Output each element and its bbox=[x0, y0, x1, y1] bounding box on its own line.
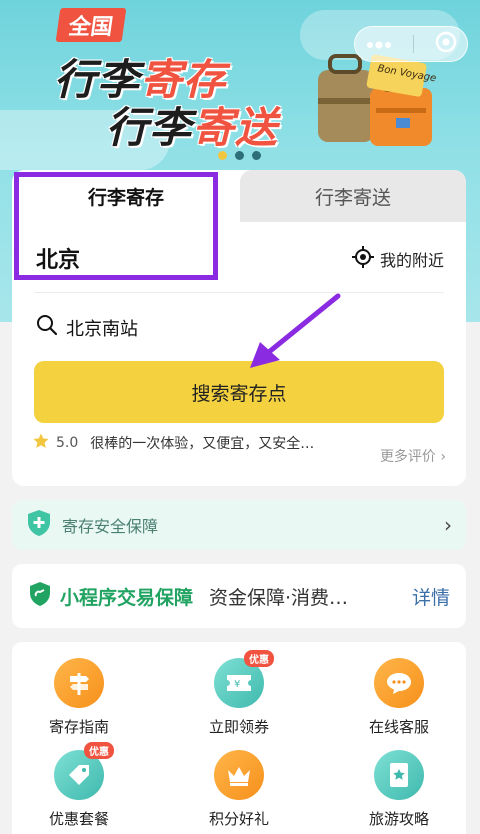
banner-headline-delivery: 行李寄送 bbox=[106, 103, 279, 152]
services-grid: 寄存指南 优惠 ¥ 立即领券 在线客服 优惠 优惠套餐 积分好礼 旅游攻略 bbox=[12, 642, 466, 834]
ellipsis-icon[interactable] bbox=[366, 35, 392, 54]
tag-icon: 优惠 bbox=[54, 742, 114, 800]
search-value: 北京南站 bbox=[66, 318, 138, 340]
discount-badge: 优惠 bbox=[84, 742, 114, 759]
carousel-indicator bbox=[218, 151, 261, 160]
review-text: 很棒的一次体验，又便宜，又安全… bbox=[90, 436, 315, 452]
carousel-dot[interactable] bbox=[218, 151, 227, 160]
rating-score: 5.0 bbox=[56, 435, 79, 451]
service-label: 旅游攻略 bbox=[368, 810, 429, 828]
service-travel-guide[interactable]: 旅游攻略 bbox=[344, 750, 454, 829]
ticket-icon: 优惠 ¥ bbox=[214, 650, 274, 708]
guarantee-title: 小程序交易保障 bbox=[60, 586, 194, 609]
shield-plus-icon bbox=[26, 509, 52, 541]
service-label: 寄存指南 bbox=[48, 718, 109, 736]
discount-badge: 优惠 bbox=[244, 650, 274, 667]
service-label: 在线客服 bbox=[368, 718, 429, 736]
miniprogram-capsule bbox=[354, 26, 468, 62]
capsule-divider bbox=[412, 35, 414, 53]
storage-security-bar[interactable]: 寄存安全保障 › bbox=[12, 500, 466, 550]
chat-icon bbox=[374, 658, 424, 708]
service-points-rewards[interactable]: 积分好礼 bbox=[184, 750, 294, 829]
guarantee-desc: 资金保障·消费… bbox=[209, 586, 349, 609]
security-label: 寄存安全保障 bbox=[62, 517, 159, 536]
service-online-support[interactable]: 在线客服 bbox=[344, 658, 454, 737]
carousel-dot[interactable] bbox=[252, 151, 261, 160]
nearby-button[interactable]: 我的附近 bbox=[351, 246, 444, 272]
annotation-highlight-box bbox=[14, 172, 218, 280]
star-icon bbox=[32, 432, 50, 454]
chevron-right-icon: › bbox=[444, 513, 452, 537]
review-snippet[interactable]: 5.0 很棒的一次体验，又便宜，又安全… bbox=[32, 432, 314, 454]
service-label: 积分好礼 bbox=[208, 810, 269, 828]
nearby-label: 我的附近 bbox=[379, 251, 444, 270]
locate-icon bbox=[351, 246, 374, 272]
guarantee-detail-link[interactable]: 详情 bbox=[412, 583, 450, 610]
search-icon bbox=[36, 314, 58, 341]
annotation-arrow bbox=[250, 293, 341, 368]
nationwide-tag: 全国 bbox=[55, 8, 127, 42]
more-reviews-link[interactable]: 更多评价 › bbox=[380, 446, 446, 466]
target-icon[interactable] bbox=[435, 31, 457, 57]
miniprogram-guarantee-bar[interactable]: 小程序交易保障 资金保障·消费… 详情 bbox=[12, 564, 466, 628]
service-discount-package[interactable]: 优惠 优惠套餐 bbox=[24, 742, 134, 829]
divider bbox=[34, 292, 444, 293]
signpost-icon bbox=[54, 658, 104, 708]
crown-icon bbox=[214, 750, 264, 800]
svg-text:¥: ¥ bbox=[234, 679, 240, 690]
chevron-right-icon: › bbox=[440, 449, 446, 465]
luggage-illustration: Bon Voyage bbox=[318, 54, 437, 146]
more-reviews-label: 更多评价 bbox=[379, 449, 436, 465]
search-input[interactable]: 北京南站 bbox=[36, 314, 138, 341]
tab-luggage-delivery[interactable]: 行李寄送 bbox=[240, 170, 466, 222]
service-label: 立即领券 bbox=[208, 718, 269, 736]
guidebook-icon bbox=[374, 750, 424, 800]
carousel-dot[interactable] bbox=[235, 151, 244, 160]
service-label: 优惠套餐 bbox=[48, 810, 109, 828]
guarantee-shield-icon bbox=[28, 581, 52, 611]
search-storage-button[interactable]: 搜索寄存点 bbox=[34, 361, 444, 423]
service-storage-guide[interactable]: 寄存指南 bbox=[24, 658, 134, 737]
service-get-coupon[interactable]: 优惠 ¥ 立即领券 bbox=[184, 650, 294, 737]
